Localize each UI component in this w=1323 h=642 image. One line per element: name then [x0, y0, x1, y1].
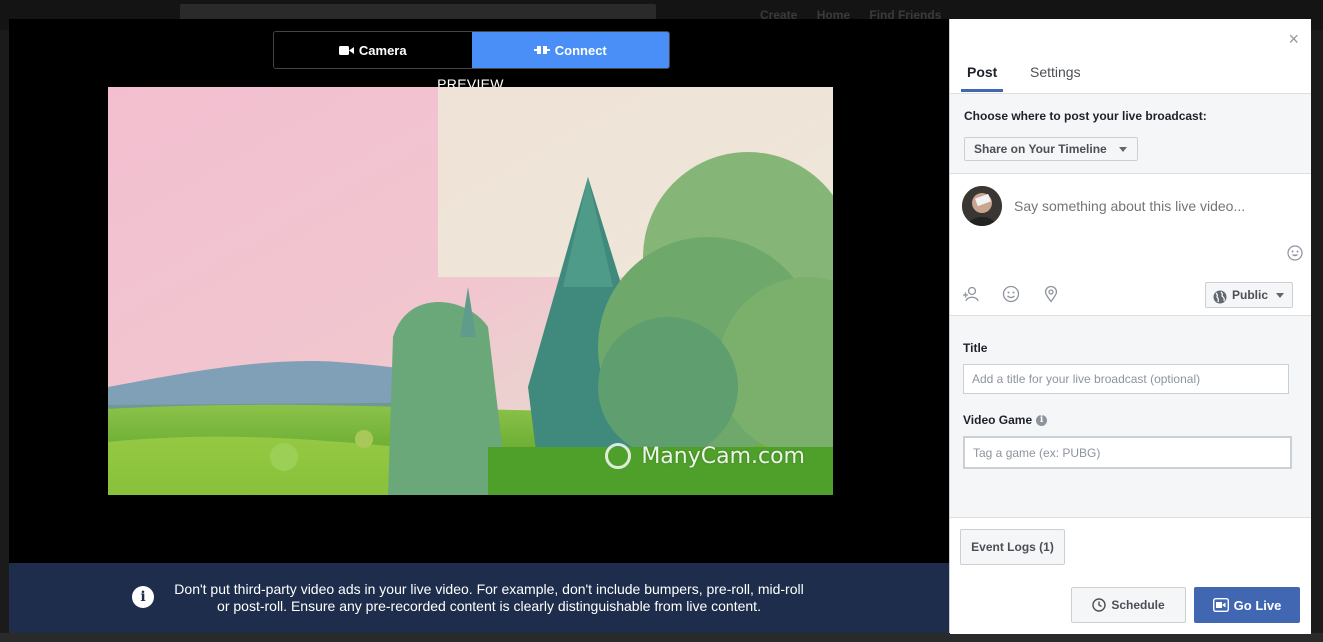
connect-plug-icon: [533, 46, 550, 54]
schedule-label: Schedule: [1111, 598, 1165, 612]
panel-tabs: Post Settings ×: [950, 19, 1311, 94]
panel-footer: Event Logs (1) Schedule Go Live: [950, 517, 1311, 634]
video-game-input[interactable]: [963, 436, 1292, 469]
ads-notice-banner: i Don't put third-party video ads in you…: [9, 563, 949, 633]
video-game-label: Video Game: [963, 413, 1033, 427]
video-camera-icon: [338, 45, 354, 55]
avatar: [962, 186, 1002, 226]
go-live-label: Go Live: [1233, 597, 1282, 613]
post-destination-label: Choose where to post your live broadcast…: [964, 109, 1207, 123]
source-switch: Camera Connect: [273, 31, 670, 69]
close-icon[interactable]: ×: [1288, 29, 1299, 50]
camera-label: Camera: [358, 42, 407, 58]
share-destination-dropdown[interactable]: Share on Your Timeline: [964, 137, 1138, 161]
location-icon[interactable]: [1042, 285, 1060, 308]
feeling-icon[interactable]: [1002, 285, 1020, 308]
audience-dropdown[interactable]: Public: [1204, 282, 1293, 308]
go-live-button[interactable]: Go Live: [1194, 587, 1300, 623]
globe-icon: [1213, 288, 1227, 312]
tab-settings[interactable]: Settings: [1030, 64, 1081, 80]
title-input[interactable]: [963, 364, 1289, 394]
live-description-input[interactable]: [1014, 198, 1294, 214]
audience-label: Public: [1231, 288, 1268, 302]
tag-friends-icon[interactable]: [962, 285, 980, 308]
help-icon[interactable]: i: [1036, 415, 1048, 427]
camera-tab[interactable]: Camera: [274, 32, 472, 68]
schedule-button[interactable]: Schedule: [1071, 587, 1186, 623]
video-game-label-row: Video Game i: [963, 413, 1048, 427]
tab-post[interactable]: Post: [960, 64, 1004, 92]
clock-icon: [1092, 598, 1107, 612]
emoji-icon[interactable]: [1287, 245, 1303, 266]
connect-label: Connect: [554, 42, 607, 58]
connect-tab[interactable]: Connect: [471, 32, 669, 68]
video-frame-image: [108, 87, 833, 495]
watermark-text: ManyCam.com: [641, 443, 805, 469]
info-icon: i: [132, 586, 154, 608]
video-preview: ManyCam.com: [108, 87, 833, 495]
broadcast-panel: Post Settings × Choose where to post you…: [949, 19, 1311, 634]
event-logs-button[interactable]: Event Logs (1): [960, 529, 1065, 565]
manycam-watermark: ManyCam.com: [605, 443, 805, 469]
post-actions-row: Public: [950, 274, 1311, 316]
notice-text: Don't put third-party video ads in your …: [174, 581, 804, 614]
manycam-logo-icon: [605, 443, 632, 469]
live-stage: Camera Connect PREVIEW ManyCam.com i Don…: [9, 19, 949, 633]
title-label: Title: [963, 341, 988, 355]
live-camera-icon: [1212, 598, 1229, 612]
composer: [950, 173, 1311, 275]
background-footer: [0, 633, 1323, 642]
